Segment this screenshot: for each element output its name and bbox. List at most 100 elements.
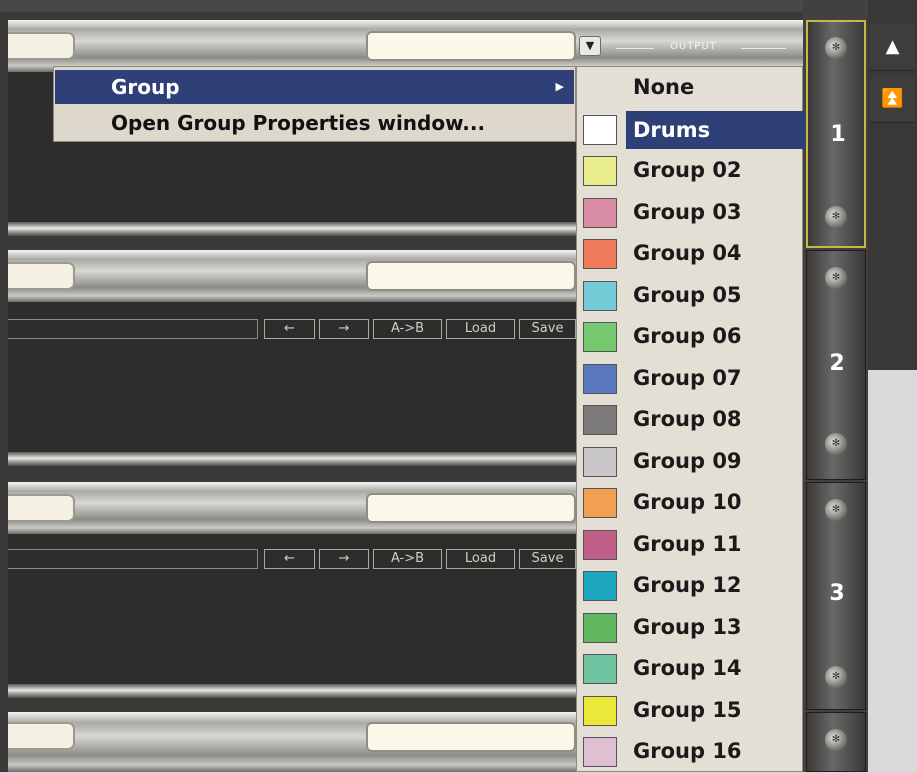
menu-item-label: Group	[111, 75, 180, 99]
module-3-text-field[interactable]	[8, 549, 258, 569]
group-menu-item-label: None	[633, 75, 695, 99]
group-menu-item[interactable]: Group 12	[577, 565, 802, 607]
module-4-output-field[interactable]	[366, 722, 576, 752]
slot-3[interactable]: ✻ 3 ✻	[806, 482, 866, 710]
group-menu-item[interactable]: Group 13	[577, 607, 802, 649]
module-2-text-field[interactable]	[8, 319, 258, 339]
module-2-save-button[interactable]: Save	[519, 319, 576, 339]
group-menu-item[interactable]: Group 14	[577, 648, 802, 690]
group-menu-item-label: Group 11	[633, 531, 742, 556]
group-color-swatch	[583, 695, 617, 726]
group-color-swatch	[583, 322, 617, 352]
group-menu-item-label: Group 06	[633, 324, 742, 348]
screw-icon: ✻	[825, 37, 847, 59]
module-1-output-dropdown-button[interactable]: ▼	[579, 36, 601, 56]
group-menu-item-label: Drums	[626, 110, 805, 149]
group-menu-item-label: Group 09	[633, 448, 742, 473]
group-menu-item[interactable]: Group 02	[577, 150, 802, 192]
module-2-load-button[interactable]: Load	[446, 319, 515, 339]
group-menu-item[interactable]: Group 07	[577, 358, 802, 400]
group-menu-item[interactable]: None	[577, 67, 802, 109]
screw-icon: ✻	[825, 267, 847, 289]
group-menu-item[interactable]: Group 03	[577, 192, 802, 234]
group-menu-item-label: Group 15	[633, 697, 742, 722]
group-menu-item-label: Group 02	[633, 158, 742, 182]
group-menu-item[interactable]: Group 16	[577, 731, 802, 773]
group-color-swatch	[583, 529, 617, 560]
menu-item-open-group-properties[interactable]: Open Group Properties window...	[55, 106, 574, 140]
module-3-forward-button[interactable]: →	[319, 549, 369, 569]
group-color-swatch	[583, 737, 617, 767]
group-menu-item-label: Group 08	[633, 407, 742, 431]
module-1-name-field[interactable]	[8, 32, 75, 60]
group-menu-item-label: Group 10	[633, 490, 742, 514]
group-color-swatch	[583, 280, 617, 311]
submenu-arrow-icon: ▶	[555, 80, 564, 93]
arrow-up-icon: ▲	[885, 36, 900, 57]
group-menu-item[interactable]: Group 09	[577, 441, 802, 483]
group-color-swatch	[583, 405, 617, 435]
screw-icon: ✻	[825, 666, 847, 688]
module-2-back-button[interactable]: ←	[264, 319, 315, 339]
group-menu-item[interactable]: Group 11	[577, 524, 802, 566]
group-color-swatch	[583, 571, 617, 601]
slot-1[interactable]: ✻ 1 ✻	[806, 20, 866, 248]
group-color-swatch	[583, 612, 617, 643]
scroll-up-button[interactable]: ▲	[870, 24, 915, 71]
output-rule-right	[741, 48, 786, 49]
slot-number: 3	[829, 581, 845, 606]
group-menu-item-label: Group 16	[633, 739, 742, 763]
arrow-left-icon: ←	[284, 551, 295, 566]
screw-icon: ✻	[825, 206, 847, 228]
menu-item-label: Open Group Properties window...	[111, 111, 486, 135]
group-menu-item[interactable]: Group 15	[577, 690, 802, 732]
top-strip	[0, 0, 917, 12]
module-2-output-field[interactable]	[366, 261, 576, 291]
module-3-ab-button[interactable]: A->B	[373, 549, 442, 569]
module-1-output-field[interactable]	[366, 31, 576, 61]
screw-icon: ✻	[825, 499, 847, 521]
module-3-back-button[interactable]: ←	[264, 549, 315, 569]
slot-number: 1	[830, 122, 846, 147]
group-menu-item-label: Group 14	[633, 656, 742, 680]
group-color-swatch	[583, 114, 617, 145]
group-menu-item-label: Group 12	[633, 573, 742, 597]
module-3-load-button[interactable]: Load	[446, 549, 515, 569]
menu-item-group[interactable]: Group ▶	[55, 70, 574, 104]
screw-icon: ✻	[825, 433, 847, 455]
chevron-down-icon: ▼	[585, 39, 595, 52]
group-menu-item[interactable]: Group 06	[577, 316, 802, 358]
screw-icon: ✻	[825, 729, 847, 751]
group-color-swatch	[583, 363, 617, 394]
module-3-output-field[interactable]	[366, 493, 576, 523]
module-4-name-field[interactable]	[8, 722, 75, 750]
arrow-right-icon: →	[338, 321, 350, 336]
arrow-left-icon: ←	[284, 321, 295, 336]
slot-4[interactable]: ✻	[806, 712, 866, 772]
double-arrow-up-icon: ⏫	[881, 88, 904, 109]
group-color-swatch	[583, 156, 617, 186]
module-2-ab-button[interactable]: A->B	[373, 319, 442, 339]
output-rule-left	[616, 48, 654, 49]
module-3-save-button[interactable]: Save	[519, 549, 576, 569]
group-color-swatch	[583, 446, 617, 477]
module-2-forward-button[interactable]: →	[319, 319, 369, 339]
group-menu-item[interactable]: Drums	[577, 109, 805, 151]
group-menu-item-label: Group 03	[633, 199, 742, 224]
group-menu-item-label: Group 04	[633, 241, 742, 265]
output-label: OUTPUT	[670, 41, 717, 52]
group-menu-item-label: Group 13	[633, 614, 742, 639]
scroll-top-button[interactable]: ⏫	[870, 76, 915, 123]
group-color-swatch	[583, 654, 617, 684]
group-menu-item[interactable]: Group 10	[577, 482, 802, 524]
group-menu-item[interactable]: Group 05	[577, 275, 802, 317]
group-menu-item[interactable]: Group 08	[577, 399, 802, 441]
module-3-name-field[interactable]	[8, 494, 75, 522]
arrow-right-icon: →	[338, 551, 350, 566]
group-menu-item[interactable]: Group 04	[577, 233, 802, 275]
slot-2[interactable]: ✻ 2 ✻	[806, 250, 866, 480]
group-color-swatch	[583, 239, 617, 269]
group-menu-item-label: Group 07	[633, 365, 742, 390]
group-color-swatch	[583, 488, 617, 518]
module-2-name-field[interactable]	[8, 262, 75, 290]
